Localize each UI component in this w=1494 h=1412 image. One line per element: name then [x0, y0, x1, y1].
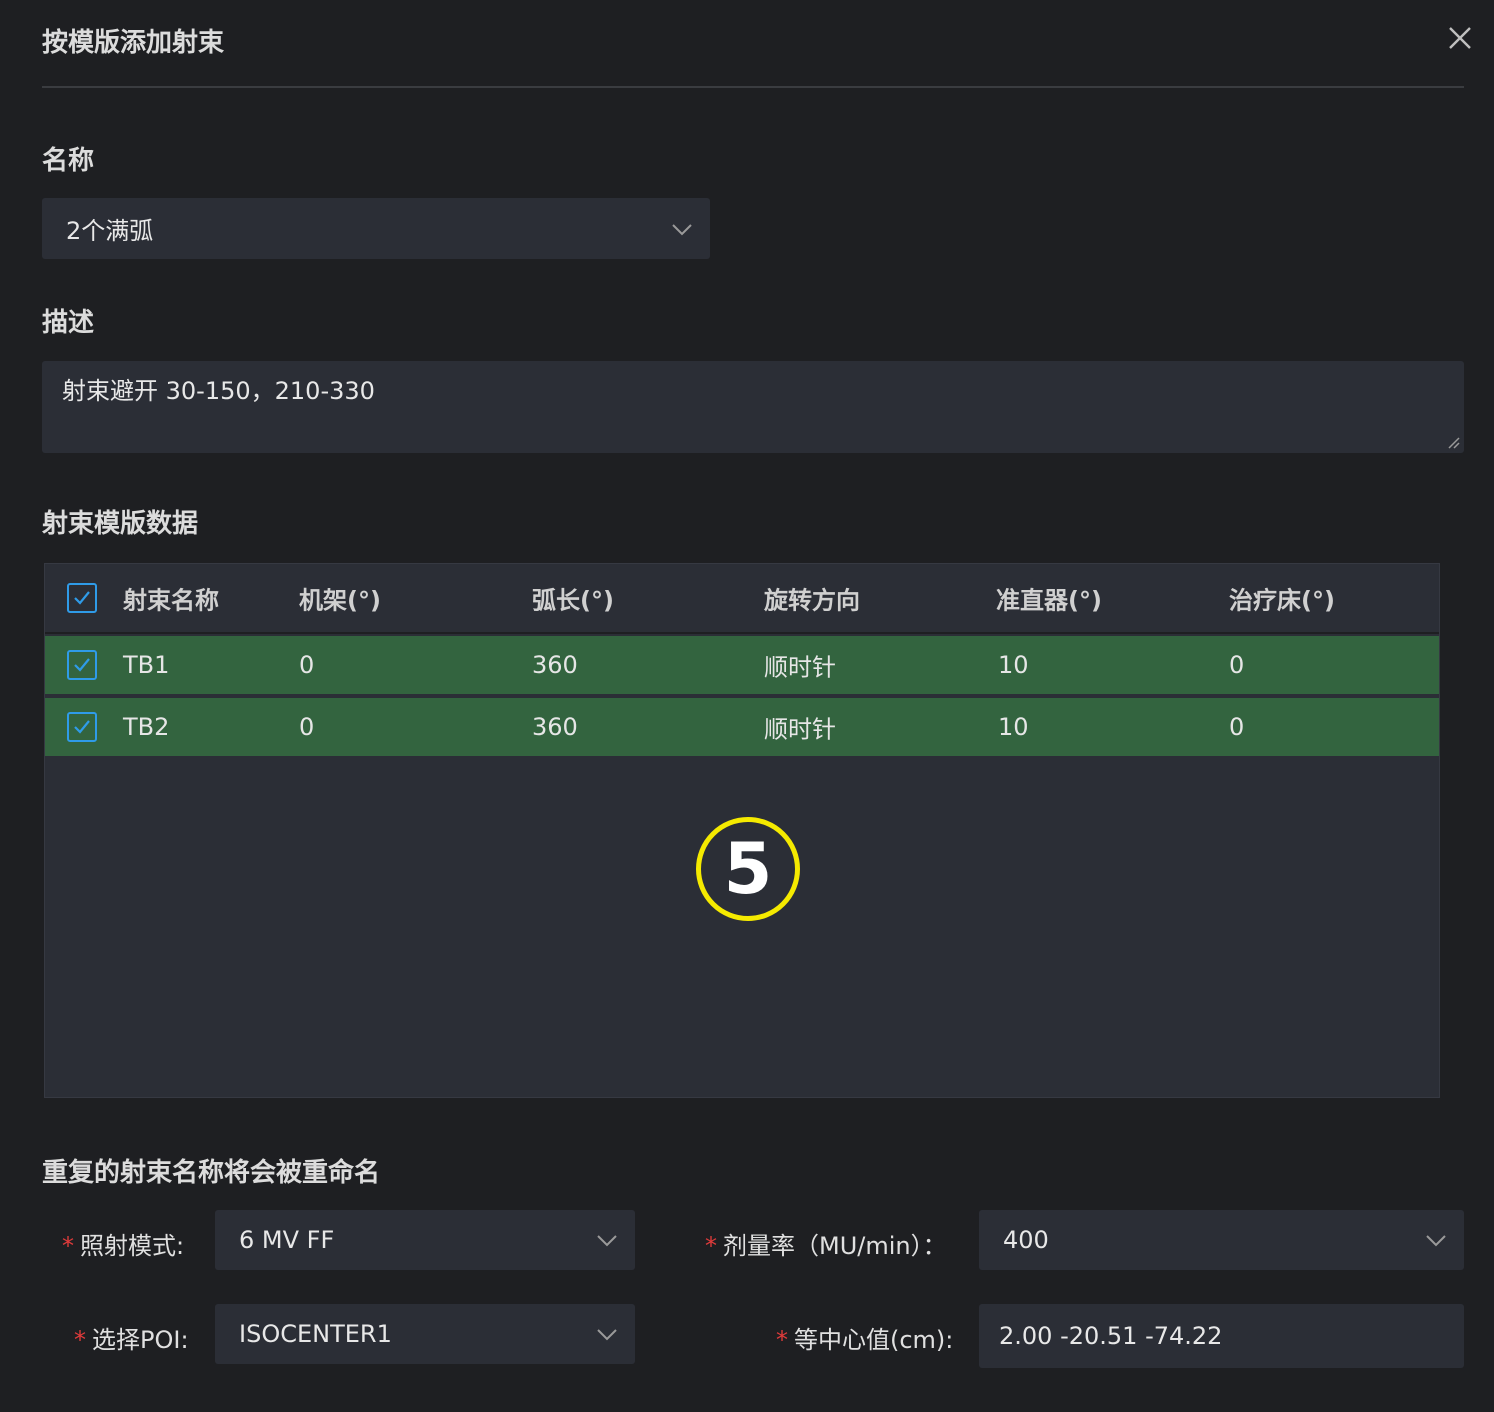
isocenter-label-text: 等中心值(cm): — [794, 1326, 954, 1354]
cell-beam-name: TB1 — [123, 651, 170, 679]
dose-rate-value: 400 — [1003, 1226, 1049, 1254]
isocenter-input[interactable]: 2.00 -20.51 -74.22 — [979, 1304, 1464, 1368]
rename-notice: 重复的射束名称将会被重命名 — [42, 1158, 381, 1188]
check-icon — [74, 658, 90, 672]
chevron-down-icon — [597, 1329, 617, 1341]
cell-arc-length: 360 — [532, 651, 578, 679]
cell-couch: 0 — [1229, 651, 1245, 679]
required-mark: * — [705, 1232, 717, 1260]
dialog-title: 按模版添加射束 — [42, 28, 225, 58]
poi-label-text: 选择POI: — [92, 1326, 189, 1354]
required-mark: * — [62, 1232, 74, 1260]
name-select-value: 2个满弧 — [66, 217, 154, 245]
cell-collimator: 10 — [998, 651, 1029, 679]
description-textarea[interactable]: 射束避开 30-150，210-330 — [42, 361, 1464, 453]
irradiation-mode-select[interactable]: 6 MV FF — [215, 1210, 635, 1270]
poi-value: ISOCENTER1 — [239, 1320, 392, 1348]
cell-gantry: 0 — [299, 713, 315, 741]
column-header-collimator[interactable]: 准直器(°) — [996, 581, 1102, 616]
cell-beam-name: TB2 — [123, 713, 170, 741]
cell-couch: 0 — [1229, 713, 1245, 741]
select-all-checkbox[interactable] — [67, 583, 97, 613]
annotation-marker: 5 — [696, 817, 800, 921]
dose-rate-label: * 剂量率（MU/min）： — [705, 1226, 947, 1261]
required-mark: * — [776, 1326, 788, 1354]
table-row[interactable]: TB2 0 360 顺时针 10 0 — [45, 698, 1439, 756]
row-checkbox[interactable] — [67, 650, 97, 680]
chevron-down-icon — [597, 1235, 617, 1247]
column-header-gantry[interactable]: 机架(°) — [299, 581, 381, 616]
cell-rotation: 顺时针 — [764, 653, 836, 682]
table-header: 射束名称 机架(°) 弧长(°) 旋转方向 准直器(°) 治疗床(°) — [45, 564, 1439, 634]
row-checkbox[interactable] — [67, 712, 97, 742]
cell-arc-length: 360 — [532, 713, 578, 741]
isocenter-label: * 等中心值(cm): — [776, 1320, 953, 1355]
cell-rotation: 顺时针 — [764, 715, 836, 744]
irradiation-mode-label: * 照射模式: — [62, 1226, 184, 1261]
chevron-down-icon — [1426, 1235, 1446, 1247]
poi-label: * 选择POI: — [74, 1320, 189, 1355]
column-header-rotation[interactable]: 旋转方向 — [764, 581, 860, 616]
description-label: 描述 — [42, 308, 95, 338]
check-icon — [74, 720, 90, 734]
dose-rate-select[interactable]: 400 — [979, 1210, 1464, 1270]
column-header-couch[interactable]: 治疗床(°) — [1229, 581, 1335, 616]
column-header-beam-name[interactable]: 射束名称 — [123, 581, 219, 616]
description-value: 射束避开 30-150，210-330 — [62, 377, 375, 405]
chevron-down-icon — [672, 223, 692, 235]
cell-collimator: 10 — [998, 713, 1029, 741]
cell-gantry: 0 — [299, 651, 315, 679]
dose-rate-label-text: 剂量率（MU/min）： — [723, 1232, 947, 1260]
isocenter-value: 2.00 -20.51 -74.22 — [999, 1322, 1223, 1350]
poi-select[interactable]: ISOCENTER1 — [215, 1304, 635, 1364]
resize-handle-icon[interactable] — [1444, 433, 1460, 449]
name-label: 名称 — [42, 146, 95, 176]
header-divider — [42, 86, 1464, 88]
table-row[interactable]: TB1 0 360 顺时针 10 0 — [45, 636, 1439, 694]
required-mark: * — [74, 1326, 86, 1354]
beam-table-title: 射束模版数据 — [42, 509, 199, 539]
column-header-arc-length[interactable]: 弧长(°) — [532, 581, 614, 616]
irradiation-mode-value: 6 MV FF — [239, 1226, 335, 1254]
check-icon — [74, 591, 90, 605]
close-icon[interactable] — [1444, 22, 1476, 54]
name-select[interactable]: 2个满弧 — [42, 198, 710, 259]
irradiation-mode-label-text: 照射模式: — [80, 1232, 185, 1260]
